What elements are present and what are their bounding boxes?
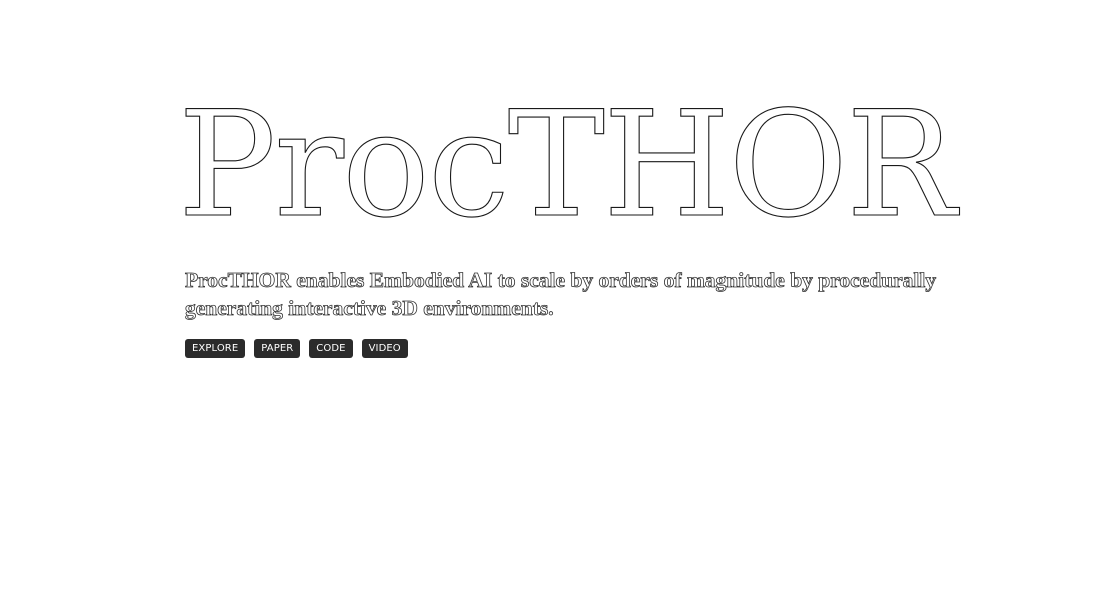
explore-button[interactable]: EXPLORE — [185, 339, 246, 358]
paper-button[interactable]: PAPER — [254, 339, 301, 358]
video-button[interactable]: VIDEO — [361, 339, 408, 358]
hero-button-row: EXPLORE PAPER CODE VIDEO — [185, 339, 408, 358]
page-title: ProcTHOR — [177, 80, 956, 250]
hero-subtitle: ProcTHOR enables Embodied AI to scale by… — [185, 268, 937, 321]
code-button[interactable]: CODE — [309, 339, 353, 358]
hero-section: ProcTHOR ProcTHOR enables Embodied AI to… — [0, 0, 1110, 597]
